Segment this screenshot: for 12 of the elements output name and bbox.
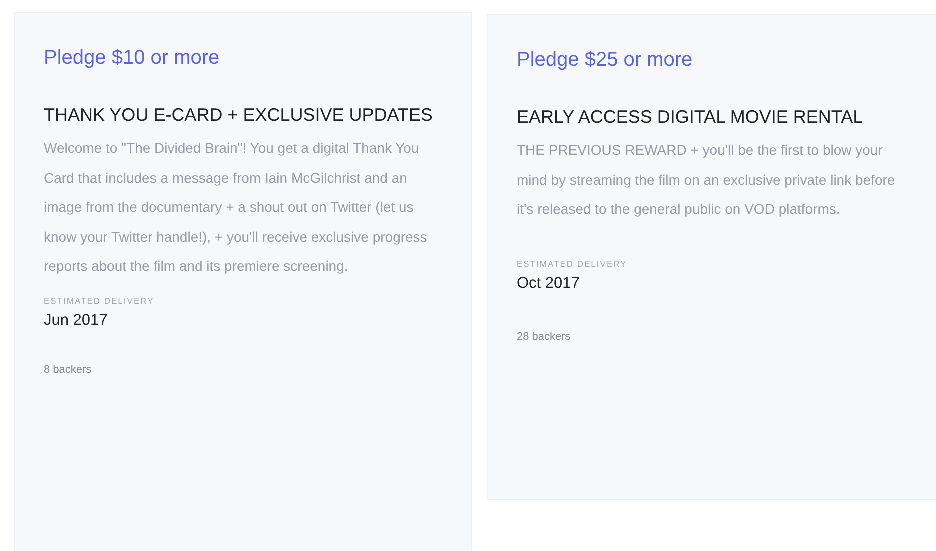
pledge-amount: Pledge $25 or more [517, 49, 694, 72]
reward-title: THANK YOU E-CARD + EXCLUSIVE UPDATES [44, 104, 434, 127]
reward-description: Welcome to "The Divided Brain"! You get a digital Thank You Card that includes a message from Iain McGilchrist and an image from the documentary + a shout out on Twitter (let us know your Twitter handle!), + you'll receive exclusive progress reports about the film and its premiere screening. [44, 139, 428, 276]
delivery-label: ESTIMATED DELIVERY [517, 258, 628, 268]
reward-description: THE PREVIOUS REWARD + you'll be the first to blow your mind by streaming the film on an exclusive private link before it's released to the general public on VOD platforms. [517, 141, 896, 219]
backers-count: 8 backers [44, 364, 93, 376]
delivery-date: Oct 2017 [517, 274, 581, 292]
delivery-label: ESTIMATED DELIVERY [44, 296, 156, 306]
delivery-date: Jun 2017 [44, 312, 109, 330]
backers-count: 28 backers [517, 330, 572, 342]
reward-title: EARLY ACCESS DIGITAL MOVIE RENTAL [517, 106, 864, 129]
pledge-amount: Pledge $10 or more [44, 47, 221, 70]
